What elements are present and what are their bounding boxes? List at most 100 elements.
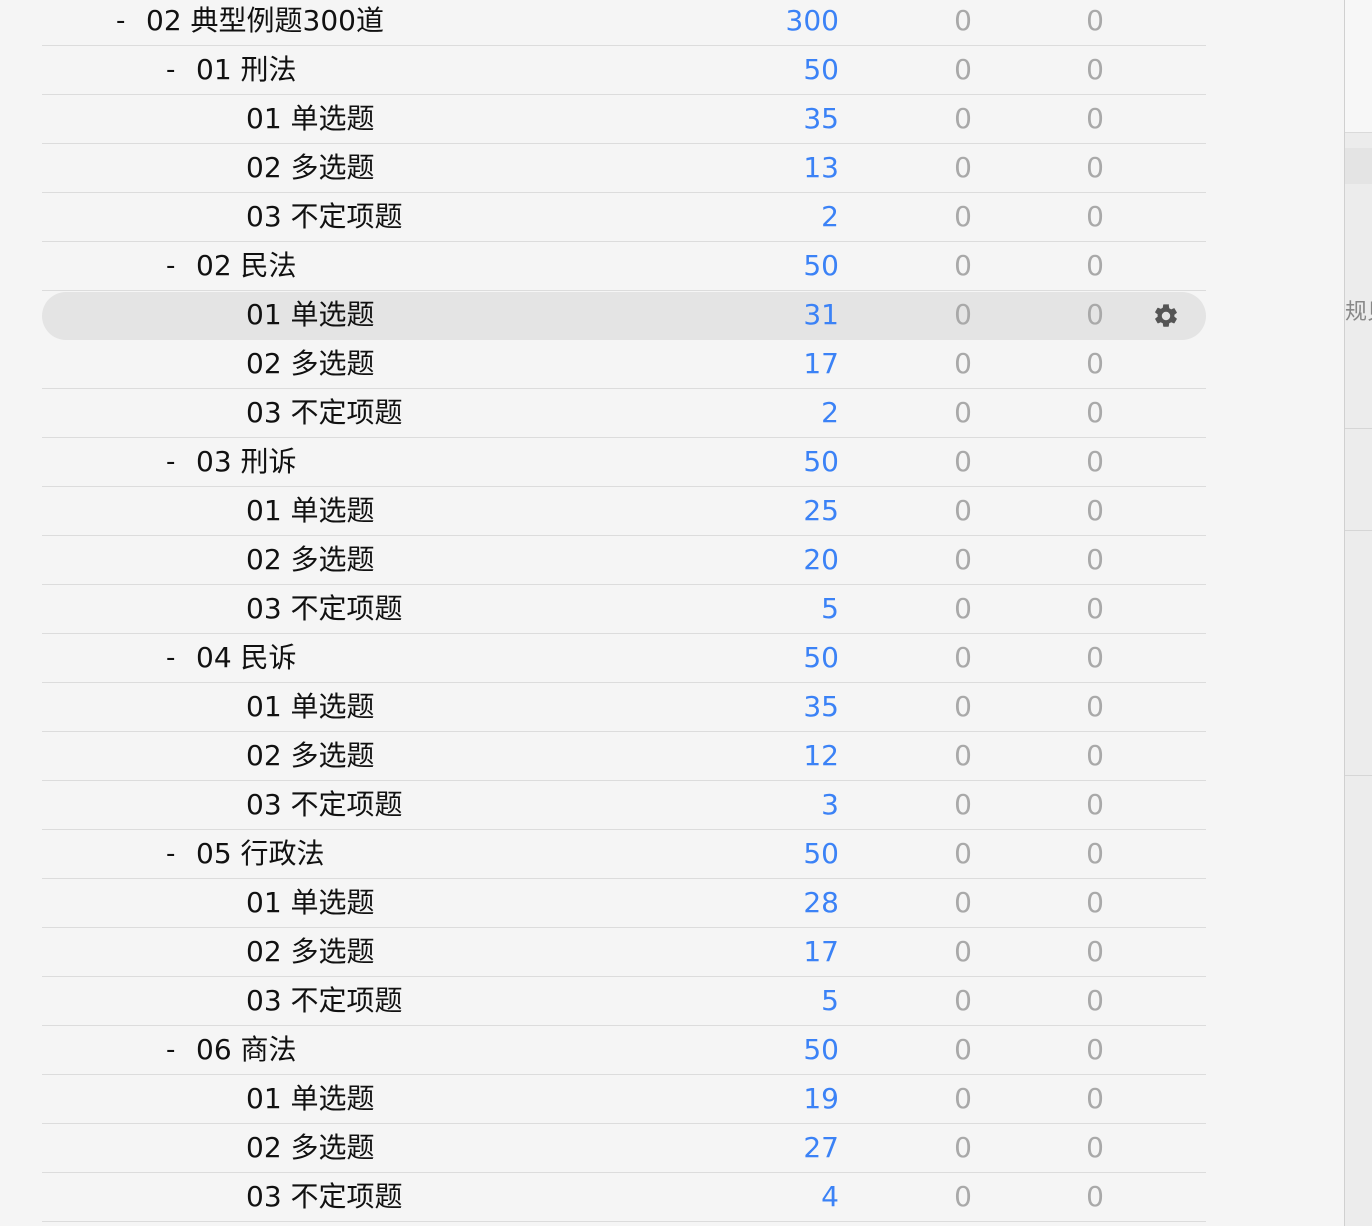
deck-name-link[interactable]: 01 单选题 [246, 494, 375, 528]
deck-row-subdeck[interactable]: 02 多选题 13 0 0 [42, 145, 1206, 193]
deck-row-subdeck[interactable]: 03 不定项题 5 0 0 [42, 586, 1206, 634]
deck-name-link[interactable]: 01 单选题 [246, 298, 375, 332]
deck-row-subdeck[interactable]: 01 单选题 25 0 0 [42, 488, 1206, 536]
due-count: 0 [1086, 984, 1104, 1017]
side-panel-divider [1345, 428, 1372, 429]
deck-name-link[interactable]: 03 不定项题 [246, 592, 403, 626]
deck-row-subdeck[interactable]: 01 单选题 35 0 0 [42, 96, 1206, 144]
deck-name-link[interactable]: 03 不定项题 [246, 200, 403, 234]
learn-count: 0 [954, 396, 972, 429]
learn-count: 0 [954, 739, 972, 772]
deck-name-link[interactable]: 02 典型例题300道 [146, 4, 384, 38]
deck-name-link[interactable]: 02 多选题 [246, 347, 375, 381]
learn-count: 0 [954, 1033, 972, 1066]
deck-row-subdeck[interactable]: 03 不定项题 2 0 0 [42, 390, 1206, 438]
learn-count: 0 [954, 445, 972, 478]
learn-count: 0 [954, 935, 972, 968]
due-count: 0 [1086, 396, 1104, 429]
new-count: 50 [803, 641, 839, 674]
deck-name-link[interactable]: 02 多选题 [246, 151, 375, 185]
new-count: 20 [803, 543, 839, 576]
deck-row-subdeck[interactable]: 03 不定项题 4 0 0 [42, 1174, 1206, 1222]
deck-name-link[interactable]: 02 多选题 [246, 935, 375, 969]
deck-row-subdeck[interactable]: 01 单选题 28 0 0 [42, 880, 1206, 928]
collapse-toggle[interactable]: - [166, 445, 175, 479]
new-count: 50 [803, 1033, 839, 1066]
deck-name-link[interactable]: 02 多选题 [246, 739, 375, 773]
deck-row-subdeck[interactable]: 02 多选题 17 0 0 [42, 341, 1206, 389]
due-count: 0 [1086, 1033, 1104, 1066]
gear-icon[interactable] [1152, 302, 1180, 330]
collapse-toggle[interactable]: - [166, 1033, 175, 1067]
deck-name-link[interactable]: 03 刑诉 [196, 445, 297, 479]
new-count: 28 [803, 886, 839, 919]
deck-name-link[interactable]: 03 不定项题 [246, 984, 403, 1018]
collapse-toggle[interactable]: - [166, 249, 175, 283]
deck-row-subdeck[interactable]: 02 多选题 20 0 0 [42, 537, 1206, 585]
deck-row-parent[interactable]: -02 民法 50 0 0 [42, 243, 1206, 291]
deck-name-link[interactable]: 03 不定项题 [246, 788, 403, 822]
collapse-toggle[interactable]: - [166, 837, 175, 871]
deck-name-link[interactable]: 03 不定项题 [246, 396, 403, 430]
deck-name-link[interactable]: 01 刑法 [196, 53, 297, 87]
deck-row-parent[interactable]: -06 商法 50 0 0 [42, 1027, 1206, 1075]
deck-name-link[interactable]: 03 不定项题 [246, 1180, 403, 1214]
deck-row-subdeck[interactable]: 01 单选题 35 0 0 [42, 684, 1206, 732]
due-count: 0 [1086, 1180, 1104, 1213]
due-count: 0 [1086, 445, 1104, 478]
deck-name-link[interactable]: 02 民法 [196, 249, 297, 283]
deck-name-link[interactable]: 01 单选题 [246, 1082, 375, 1116]
deck-name-link[interactable]: 02 多选题 [246, 1131, 375, 1165]
due-count: 0 [1086, 298, 1104, 331]
new-count: 3 [821, 788, 839, 821]
deck-row-parent[interactable]: -03 刑诉 50 0 0 [42, 439, 1206, 487]
learn-count: 0 [954, 690, 972, 723]
learn-count: 0 [954, 249, 972, 282]
deck-row-parent[interactable]: -04 民诉 50 0 0 [42, 635, 1206, 683]
deck-name-link[interactable]: 01 单选题 [246, 690, 375, 724]
new-count: 4 [821, 1180, 839, 1213]
learn-count: 0 [954, 1180, 972, 1213]
due-count: 0 [1086, 837, 1104, 870]
deck-row-subdeck[interactable]: 01 单选题 19 0 0 [42, 1076, 1206, 1124]
collapse-toggle[interactable]: - [166, 641, 175, 675]
new-count: 25 [803, 494, 839, 527]
deck-name-link[interactable]: 06 商法 [196, 1033, 297, 1067]
deck-row-parent[interactable]: -02 典型例题300道 300 0 0 [42, 0, 1206, 46]
deck-row-subdeck[interactable]: 03 不定项题 3 0 0 [42, 782, 1206, 830]
due-count: 0 [1086, 690, 1104, 723]
deck-row-parent[interactable]: -05 行政法 50 0 0 [42, 831, 1206, 879]
new-count: 2 [821, 396, 839, 429]
deck-name-link[interactable]: 05 行政法 [196, 837, 325, 871]
new-count: 50 [803, 445, 839, 478]
new-count: 300 [785, 4, 839, 37]
collapse-toggle[interactable]: - [166, 53, 175, 87]
learn-count: 0 [954, 1131, 972, 1164]
deck-row-subdeck[interactable]: 02 多选题 27 0 0 [42, 1125, 1206, 1173]
deck-row-subdeck[interactable]: 03 不定项题 5 0 0 [42, 978, 1206, 1026]
deck-row-subdeck[interactable]: 02 多选题 12 0 0 [42, 733, 1206, 781]
due-count: 0 [1086, 53, 1104, 86]
due-count: 0 [1086, 1131, 1104, 1164]
new-count: 17 [803, 935, 839, 968]
new-count: 12 [803, 739, 839, 772]
due-count: 0 [1086, 1082, 1104, 1115]
new-count: 35 [803, 102, 839, 135]
deck-name-link[interactable]: 04 民诉 [196, 641, 297, 675]
collapse-toggle[interactable]: - [116, 4, 125, 38]
learn-count: 0 [954, 1082, 972, 1115]
learn-count: 0 [954, 102, 972, 135]
new-count: 13 [803, 151, 839, 184]
deck-row-subdeck[interactable]: 03 不定项题 2 0 0 [42, 194, 1206, 242]
new-count: 27 [803, 1131, 839, 1164]
deck-row-subdeck[interactable]: 01 单选题 31 0 0 [42, 292, 1206, 340]
new-count: 50 [803, 837, 839, 870]
deck-row-subdeck[interactable]: 02 多选题 17 0 0 [42, 929, 1206, 977]
due-count: 0 [1086, 102, 1104, 135]
due-count: 0 [1086, 592, 1104, 625]
deck-row-parent[interactable]: -01 刑法 50 0 0 [42, 47, 1206, 95]
deck-name-link[interactable]: 01 单选题 [246, 886, 375, 920]
deck-name-link[interactable]: 02 多选题 [246, 543, 375, 577]
deck-name-link[interactable]: 01 单选题 [246, 102, 375, 136]
learn-count: 0 [954, 984, 972, 1017]
